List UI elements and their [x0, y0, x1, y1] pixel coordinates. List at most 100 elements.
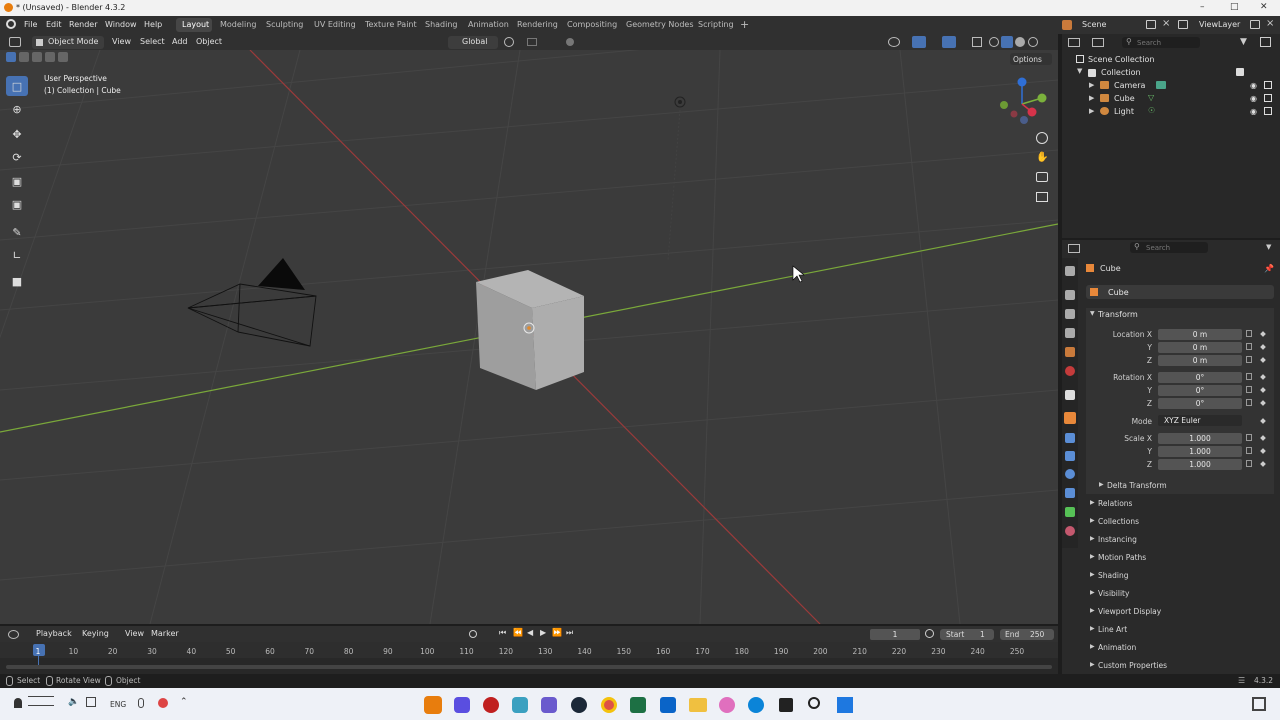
notification-icon[interactable] — [158, 698, 168, 708]
section-line-art[interactable]: Line Art — [1098, 625, 1127, 634]
delta-transform-expand-icon[interactable]: ▶ — [1099, 481, 1104, 488]
properties-options-icon[interactable]: ▼ — [1266, 243, 1271, 251]
outliner-scene-collection[interactable]: Scene Collection — [1088, 55, 1155, 64]
tab-animation[interactable]: Animation — [468, 20, 509, 29]
annotate-tool-icon[interactable]: ✎ — [6, 222, 28, 242]
visibility-icon[interactable] — [888, 37, 900, 47]
cube-object[interactable] — [476, 270, 584, 390]
pan-hand-icon[interactable]: ✋ — [1036, 152, 1048, 163]
tab-compositing[interactable]: Compositing — [567, 20, 617, 29]
lock-rotation-x-icon[interactable] — [1246, 373, 1252, 380]
section-expand-icon[interactable]: ▶ — [1090, 535, 1095, 542]
timeline-editor-icon[interactable] — [8, 630, 19, 639]
camera-view-icon[interactable] — [1036, 172, 1048, 182]
delta-transform-title[interactable]: Delta Transform — [1107, 481, 1167, 490]
cube-eye-icon[interactable]: ◉ — [1250, 94, 1257, 103]
menu-object[interactable]: Object — [196, 37, 222, 46]
blender-taskbar-icon[interactable] — [424, 696, 442, 714]
expand-light-icon[interactable]: ▶ — [1089, 107, 1094, 115]
autokey-icon[interactable] — [469, 630, 477, 638]
volume-icon[interactable]: 🔈 — [68, 697, 79, 707]
scale-y-field[interactable]: 1.000 — [1158, 446, 1242, 457]
jump-start-icon[interactable]: ⏮ — [499, 628, 506, 638]
shading-rendered-icon[interactable] — [1028, 37, 1038, 47]
move-tool-icon[interactable]: ✥ — [6, 124, 28, 144]
ortho-grid-icon[interactable] — [1036, 192, 1048, 202]
data-tab-icon[interactable] — [1065, 507, 1075, 517]
app-icon-4[interactable] — [541, 697, 557, 713]
pin-icon[interactable]: 📌 — [1264, 264, 1274, 273]
timeline-area[interactable]: 1 10 20 30 40 50 60 70 80 90 100 110 120 130 140 150 160… — [0, 642, 1058, 674]
scale-z-field[interactable]: 1.000 — [1158, 459, 1242, 470]
timeline-scrollbar[interactable] — [6, 665, 1052, 669]
select-mode-subtract-icon[interactable] — [32, 52, 42, 62]
camera-eye-icon[interactable]: ◉ — [1250, 81, 1257, 90]
menu-help[interactable]: Help — [144, 20, 162, 29]
light-object[interactable] — [667, 96, 686, 261]
shading-solid-icon[interactable] — [1001, 36, 1013, 48]
menu-add[interactable]: Add — [172, 37, 188, 46]
playback-menu[interactable]: Playback — [36, 629, 72, 638]
play-reverse-icon[interactable]: ◀ — [527, 628, 533, 637]
expand-collection-icon[interactable]: ▼ — [1077, 67, 1082, 75]
3d-viewport[interactable]: User Perspective (1) Collection | Cube O… — [0, 50, 1058, 624]
menu-select[interactable]: Select — [140, 37, 165, 46]
blender-menu-icon[interactable] — [6, 19, 16, 29]
rotation-x-field[interactable]: 0° — [1158, 372, 1242, 383]
light-eye-icon[interactable]: ◉ — [1250, 107, 1257, 116]
tab-uv-editing[interactable]: UV Editing — [314, 20, 356, 29]
minimize-icon[interactable]: – — [1200, 2, 1205, 12]
keying-menu[interactable]: Keying — [82, 629, 109, 638]
properties-editor-icon[interactable] — [1068, 244, 1080, 253]
camera-object[interactable] — [187, 258, 317, 347]
menu-window[interactable]: Window — [105, 20, 137, 29]
collection-checkbox-icon[interactable] — [1236, 68, 1244, 76]
new-collection-icon[interactable] — [1260, 37, 1271, 47]
file-explorer-icon[interactable] — [689, 698, 707, 712]
steam-icon[interactable] — [571, 697, 587, 713]
shading-material-icon[interactable] — [1015, 37, 1025, 47]
section-instancing[interactable]: Instancing — [1098, 535, 1137, 544]
shading-wireframe-icon[interactable] — [989, 37, 999, 47]
rotation-mode-dropdown[interactable]: XYZ Euler — [1158, 415, 1242, 426]
delete-viewlayer-icon[interactable]: × — [1266, 18, 1274, 29]
measure-tool-icon[interactable]: ∟ — [6, 245, 28, 265]
expand-camera-icon[interactable]: ▶ — [1089, 81, 1094, 89]
app-icon-3[interactable] — [512, 697, 528, 713]
outliner-item-cube[interactable]: Cube — [1114, 94, 1135, 103]
lock-rotation-y-icon[interactable] — [1246, 386, 1252, 393]
marker-menu[interactable]: Marker — [151, 629, 179, 638]
show-hidden-icons[interactable]: ⌃ — [180, 697, 188, 707]
navigation-gizmo[interactable] — [992, 74, 1052, 134]
lock-location-y-icon[interactable] — [1246, 343, 1252, 350]
outliner-item-light[interactable]: Light — [1114, 107, 1134, 116]
cursor-tool-icon[interactable]: ⊕ — [6, 99, 28, 119]
cube-render-icon[interactable] — [1264, 94, 1272, 102]
physics-tab-icon[interactable] — [1065, 469, 1075, 479]
select-box-tool-icon[interactable]: □ — [6, 76, 28, 96]
tray-overflow-icon[interactable] — [1252, 697, 1266, 711]
tab-shading[interactable]: Shading — [425, 20, 458, 29]
scale-tool-icon[interactable]: ▣ — [6, 171, 28, 191]
app-icon-6[interactable] — [779, 698, 793, 712]
select-mode-intersect-icon[interactable] — [45, 52, 55, 62]
input-language[interactable]: ENG — [110, 700, 126, 709]
outliner-item-camera[interactable]: Camera — [1114, 81, 1145, 90]
section-expand-icon[interactable]: ▶ — [1090, 625, 1095, 632]
network-status-icon[interactable] — [86, 697, 96, 707]
select-mode-extend-icon[interactable] — [19, 52, 29, 62]
outlook-icon[interactable] — [660, 697, 676, 713]
expand-cube-icon[interactable]: ▶ — [1089, 94, 1094, 102]
menu-view[interactable]: View — [112, 37, 131, 46]
outliner-editor-icon[interactable] — [1068, 38, 1080, 47]
pivot-icon[interactable] — [504, 37, 514, 47]
light-render-icon[interactable] — [1264, 107, 1272, 115]
section-relations[interactable]: Relations — [1098, 499, 1132, 508]
start-button-icon[interactable] — [837, 697, 853, 713]
delete-scene-icon[interactable]: × — [1162, 18, 1170, 29]
material-tab-icon[interactable] — [1065, 526, 1075, 536]
section-expand-icon[interactable]: ▶ — [1090, 499, 1095, 506]
section-expand-icon[interactable]: ▶ — [1090, 571, 1095, 578]
scale-x-field[interactable]: 1.000 — [1158, 433, 1242, 444]
chrome-icon[interactable] — [601, 697, 617, 713]
